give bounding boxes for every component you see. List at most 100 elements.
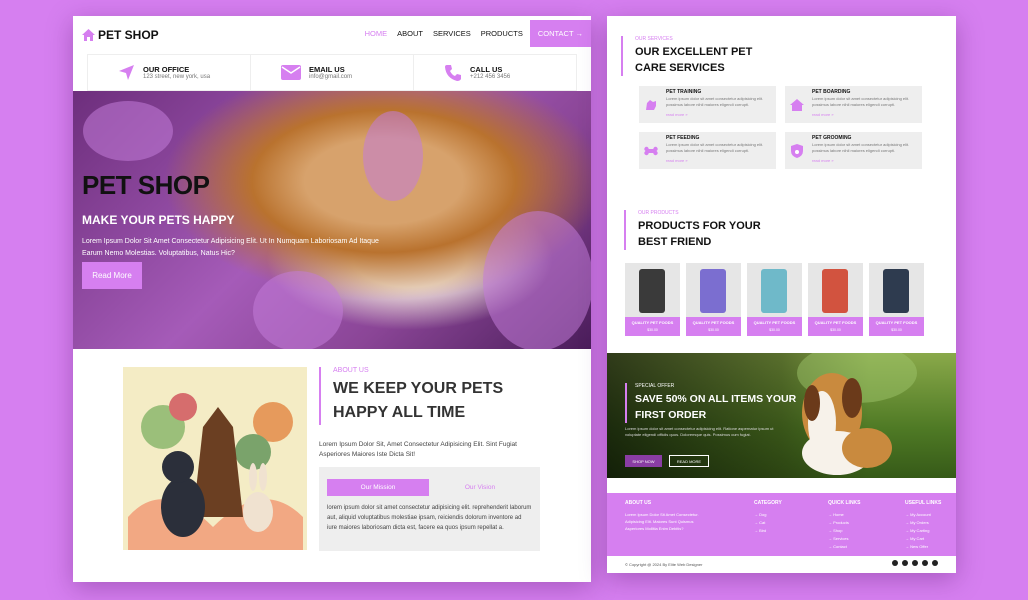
phone-number[interactable]: +212 456 3456	[470, 74, 510, 80]
footer-quick-link[interactable]: → Shop	[828, 527, 861, 535]
product-photo	[869, 263, 924, 317]
product-card[interactable]: QUALITY PET FOODS $30.00	[747, 263, 802, 336]
product-info: QUALITY PET FOODS $30.00	[869, 317, 924, 336]
product-card[interactable]: QUALITY PET FOODS $30.00	[869, 263, 924, 336]
service-title: PET GROOMING	[812, 135, 852, 141]
about-heading: ABOUT US WE KEEP YOUR PETS HAPPY ALL TIME	[319, 367, 541, 425]
product-info: QUALITY PET FOODS $30.00	[625, 317, 680, 336]
footer-quick-link[interactable]: → Home	[828, 511, 861, 519]
footer-quick-link[interactable]: → Services	[828, 535, 861, 543]
flower-decoration	[83, 101, 173, 161]
youtube-icon[interactable]	[932, 560, 938, 566]
pet-food-bag-icon	[761, 269, 787, 313]
tab-vision[interactable]: Our Vision	[429, 479, 531, 496]
footer-quick-link[interactable]: → Products	[828, 519, 861, 527]
nav-contact-button[interactable]: CONTACT →	[529, 20, 591, 47]
envelope-icon	[281, 65, 301, 80]
shop-now-button[interactable]: SHOP NOW	[625, 455, 662, 467]
product-card[interactable]: QUALITY PET FOODS $30.00	[808, 263, 863, 336]
products-tagline: OUR PRODUCTS	[638, 210, 679, 216]
footer-useful-link[interactable]: → My Cart	[905, 535, 941, 543]
instagram-icon[interactable]	[902, 560, 908, 566]
nav-about[interactable]: ABOUT	[392, 29, 428, 38]
read-more-link[interactable]: read more »	[812, 112, 834, 117]
pet-food-bag-icon	[822, 269, 848, 313]
footer-category-link[interactable]: → Cat	[754, 519, 782, 527]
read-more-link[interactable]: read more »	[666, 158, 688, 163]
service-text: Lorem ipsum dolor sit amet consectetur a…	[812, 142, 910, 153]
nav-services[interactable]: SERVICES	[428, 29, 476, 38]
about-title-line2: HAPPY ALL TIME	[333, 404, 466, 421]
product-name: QUALITY PET FOODS	[692, 320, 735, 325]
footer-category-link[interactable]: → Dog	[754, 511, 782, 519]
product-photo	[808, 263, 863, 317]
footer-category-link[interactable]: → Bird	[754, 527, 782, 535]
product-price: $30.00	[708, 328, 719, 332]
products-row: QUALITY PET FOODS $30.00 QUALITY PET FOODS…	[625, 263, 924, 336]
offer-read-more-button[interactable]: READ MORE	[669, 455, 709, 467]
house-icon	[790, 99, 804, 111]
product-photo	[686, 263, 741, 317]
flower-decoration	[363, 111, 423, 201]
product-card[interactable]: QUALITY PET FOODS $30.00	[686, 263, 741, 336]
pinterest-icon[interactable]	[922, 560, 928, 566]
nav-products[interactable]: PRODUCTS	[476, 29, 528, 38]
hero-subtitle: MAKE YOUR PETS HAPPY	[82, 213, 235, 227]
services-heading: OUR SERVICES OUR EXCELLENT PET CARE SERVI…	[621, 36, 752, 76]
linkedin-icon[interactable]	[912, 560, 918, 566]
flower-decoration	[483, 211, 591, 349]
footer-useful-link[interactable]: → New Offer	[905, 543, 941, 551]
service-card-training[interactable]: PET TRAINING Lorem ipsum dolor sit amet …	[639, 86, 776, 123]
footer-quick-links: QUICK LINKS → Home → Products → Shop → Serv…	[828, 500, 861, 551]
main-nav: HOME ABOUT SERVICES PRODUCTS CONTACT →	[360, 20, 591, 47]
services-grid: PET TRAINING Lorem ipsum dolor sit amet …	[639, 86, 922, 169]
offer-tagline: SPECIAL OFFER	[635, 383, 675, 389]
service-text: Lorem ipsum dolor sit amet consectetur a…	[812, 96, 910, 107]
product-info: QUALITY PET FOODS $30.00	[686, 317, 741, 336]
service-title: PET FEEDING	[666, 135, 700, 141]
read-more-link[interactable]: read more »	[812, 158, 834, 163]
product-price: $30.00	[647, 328, 658, 332]
footer-useful-link[interactable]: → My Orders	[905, 519, 941, 527]
email-title: EMAIL US	[309, 65, 345, 74]
service-card-boarding[interactable]: PET BOARDING Lorem ipsum dolor sit amet …	[785, 86, 922, 123]
phone-info: CALL US +212 456 3456	[414, 55, 576, 90]
tab-mission[interactable]: Our Mission	[327, 479, 429, 496]
read-more-link[interactable]: read more »	[666, 112, 688, 117]
flower-decoration	[253, 271, 343, 349]
email-address[interactable]: info@gmail.com	[309, 74, 352, 80]
hero-text: Lorem Ipsum Dolor Sit Amet Consectetur A…	[82, 238, 379, 257]
footer-useful-link[interactable]: → My Carting	[905, 527, 941, 535]
office-info: OUR OFFICE 123 street, new york, usa	[88, 55, 251, 90]
hero-banner: PET SHOP MAKE YOUR PETS HAPPY Lorem Ipsu…	[73, 91, 591, 349]
product-card[interactable]: QUALITY PET FOODS $30.00	[625, 263, 680, 336]
footer-about-title: ABOUT US	[625, 500, 652, 506]
pets-illustration	[123, 367, 307, 550]
footer-useful-link[interactable]: → My Account	[905, 511, 941, 519]
footer: ABOUT US Lorem Ipsum Dolor Sit Amet Cons…	[607, 493, 956, 556]
footer-about-text: Lorem Ipsum Dolor Sit Amet Consectetur. …	[625, 512, 699, 531]
office-address: 123 street, new york, usa	[143, 74, 211, 80]
contact-info-bar: OUR OFFICE 123 street, new york, usa EMAI…	[87, 54, 577, 91]
products-title-line1: PRODUCTS FOR YOUR	[638, 220, 761, 232]
products-title-line2: BEST FRIEND	[638, 236, 712, 248]
landing-page-bottom: OUR SERVICES OUR EXCELLENT PET CARE SERVI…	[607, 16, 956, 573]
shield-paw-icon	[791, 144, 803, 158]
footer-quick-link[interactable]: → Contact	[828, 543, 861, 551]
nav-home[interactable]: HOME	[360, 29, 393, 38]
about-tagline: ABOUT US	[333, 367, 369, 374]
product-name: QUALITY PET FOODS	[631, 320, 674, 325]
service-text: Lorem ipsum dolor sit amet consectetur a…	[666, 142, 764, 153]
facebook-icon[interactable]	[892, 560, 898, 566]
offer-heading: SPECIAL OFFER SAVE 50% ON ALL ITEMS YOUR…	[625, 383, 796, 423]
pet-food-bag-icon	[639, 269, 665, 313]
service-card-grooming[interactable]: PET GROOMING Lorem ipsum dolor sit amet …	[785, 132, 922, 169]
about-title-line1: WE KEEP YOUR PETS	[333, 380, 504, 397]
service-card-feeding[interactable]: PET FEEDING Lorem ipsum dolor sit amet c…	[639, 132, 776, 169]
logo[interactable]: PET SHOP	[82, 28, 159, 42]
brand-name: PET SHOP	[98, 27, 159, 42]
offer-title-line2: FIRST ORDER	[635, 409, 707, 421]
phone-title: CALL US	[470, 65, 503, 74]
product-price: $30.00	[891, 328, 902, 332]
read-more-button[interactable]: Read More	[82, 262, 142, 289]
